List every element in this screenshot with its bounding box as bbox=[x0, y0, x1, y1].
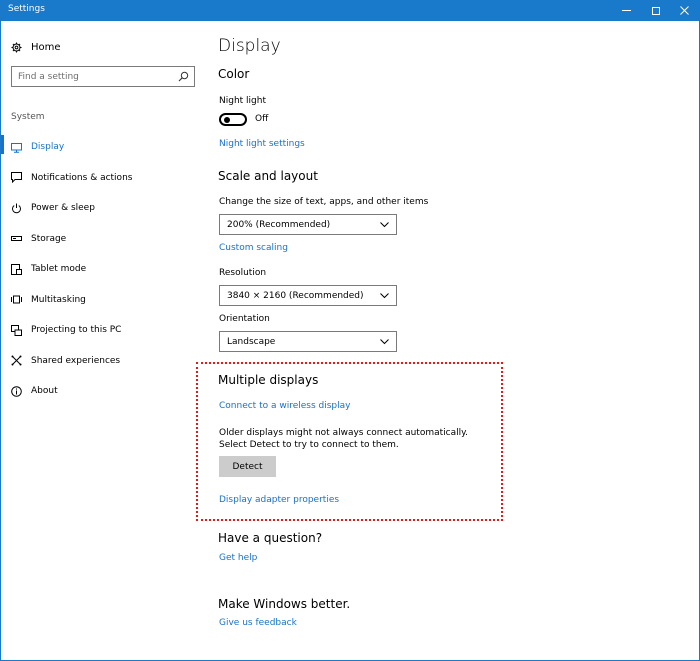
home-nav-item[interactable]: Home bbox=[11, 39, 61, 55]
sidebar-item-display[interactable]: Display bbox=[1, 132, 199, 163]
toggle-knob bbox=[224, 117, 230, 123]
maximize-button[interactable] bbox=[641, 0, 670, 21]
search-input[interactable] bbox=[12, 67, 172, 86]
sidebar-item-label: Multitasking bbox=[31, 294, 86, 305]
sidebar-item-storage[interactable]: Storage bbox=[1, 224, 199, 255]
sidebar-item-label: Storage bbox=[31, 233, 67, 244]
display-adapter-properties-link[interactable]: Display adapter properties bbox=[219, 495, 339, 505]
sidebar-item-label: Notifications & actions bbox=[31, 172, 133, 183]
monitor-icon bbox=[11, 142, 22, 153]
window-title: Settings bbox=[8, 4, 45, 14]
projecting-icon bbox=[11, 324, 22, 336]
orientation-select[interactable]: Landscape bbox=[219, 331, 397, 352]
detect-button[interactable]: Detect bbox=[219, 456, 276, 477]
search-box[interactable] bbox=[11, 66, 195, 87]
sidebar-item-multitasking[interactable]: Multitasking bbox=[1, 285, 199, 316]
title-bar: Settings bbox=[0, 0, 700, 21]
multiple-displays-heading: Multiple displays bbox=[218, 373, 319, 387]
sidebar-item-label: Projecting to this PC bbox=[31, 325, 122, 336]
orientation-select-value: Landscape bbox=[227, 336, 276, 347]
multitasking-icon bbox=[11, 294, 22, 305]
scale-select-value: 200% (Recommended) bbox=[227, 219, 331, 230]
sidebar-item-projecting[interactable]: Projecting to this PC bbox=[1, 315, 199, 346]
sidebar-item-shared-experiences[interactable]: Shared experiences bbox=[1, 346, 199, 377]
question-heading: Have a question? bbox=[218, 531, 323, 545]
give-feedback-link[interactable]: Give us feedback bbox=[219, 618, 297, 628]
night-light-label: Night light bbox=[219, 96, 266, 106]
sidebar-item-label: Power & sleep bbox=[31, 203, 95, 214]
chevron-down-icon bbox=[380, 293, 389, 299]
minimize-icon bbox=[622, 10, 631, 11]
sidebar-item-label: About bbox=[31, 386, 58, 397]
feedback-heading: Make Windows better. bbox=[218, 597, 351, 611]
sidebar-item-label: Tablet mode bbox=[31, 264, 87, 275]
size-label: Change the size of text, apps, and other… bbox=[219, 197, 429, 207]
scale-heading: Scale and layout bbox=[218, 169, 318, 183]
night-light-settings-link[interactable]: Night light settings bbox=[219, 139, 305, 149]
chevron-down-icon bbox=[380, 222, 389, 228]
sidebar-item-label: Shared experiences bbox=[31, 355, 121, 366]
sidebar-nav: Display Notifications & actions Power & … bbox=[1, 132, 199, 407]
notifications-icon bbox=[11, 172, 22, 184]
sidebar-item-tablet-mode[interactable]: Tablet mode bbox=[1, 254, 199, 285]
sidebar-item-power-sleep[interactable]: Power & sleep bbox=[1, 193, 199, 224]
custom-scaling-link[interactable]: Custom scaling bbox=[219, 243, 288, 253]
shared-icon bbox=[11, 355, 22, 366]
power-icon bbox=[11, 203, 22, 214]
maximize-icon bbox=[651, 6, 660, 15]
close-button[interactable] bbox=[670, 0, 699, 21]
gear-icon bbox=[11, 41, 22, 53]
color-heading: Color bbox=[218, 67, 250, 81]
active-indicator bbox=[1, 135, 4, 154]
resolution-label: Resolution bbox=[219, 268, 267, 278]
orientation-label: Orientation bbox=[219, 314, 270, 324]
section-label-system: System bbox=[11, 112, 45, 122]
wireless-display-link[interactable]: Connect to a wireless display bbox=[219, 401, 350, 411]
tablet-icon bbox=[11, 263, 22, 275]
resolution-select-value: 3840 × 2160 (Recommended) bbox=[227, 290, 364, 301]
home-label: Home bbox=[31, 41, 61, 53]
night-light-toggle[interactable] bbox=[219, 113, 247, 126]
sidebar-item-about[interactable]: About bbox=[1, 376, 199, 407]
get-help-link[interactable]: Get help bbox=[219, 553, 257, 563]
sidebar-item-notifications[interactable]: Notifications & actions bbox=[1, 163, 199, 194]
resolution-select[interactable]: 3840 × 2160 (Recommended) bbox=[219, 285, 397, 306]
scale-select[interactable]: 200% (Recommended) bbox=[219, 214, 397, 235]
sidebar: Home System Display Notifications & acti… bbox=[1, 21, 199, 660]
multiple-displays-description: Older displays might not always connect … bbox=[219, 428, 469, 450]
minimize-button[interactable] bbox=[612, 0, 641, 21]
search-icon[interactable] bbox=[178, 71, 189, 82]
storage-icon bbox=[11, 233, 22, 244]
page-title: Display bbox=[218, 36, 281, 56]
chevron-down-icon bbox=[380, 339, 389, 345]
sidebar-item-label: Display bbox=[31, 142, 65, 153]
night-light-state: Off bbox=[255, 114, 269, 124]
close-icon bbox=[680, 6, 689, 15]
info-icon bbox=[11, 385, 22, 397]
